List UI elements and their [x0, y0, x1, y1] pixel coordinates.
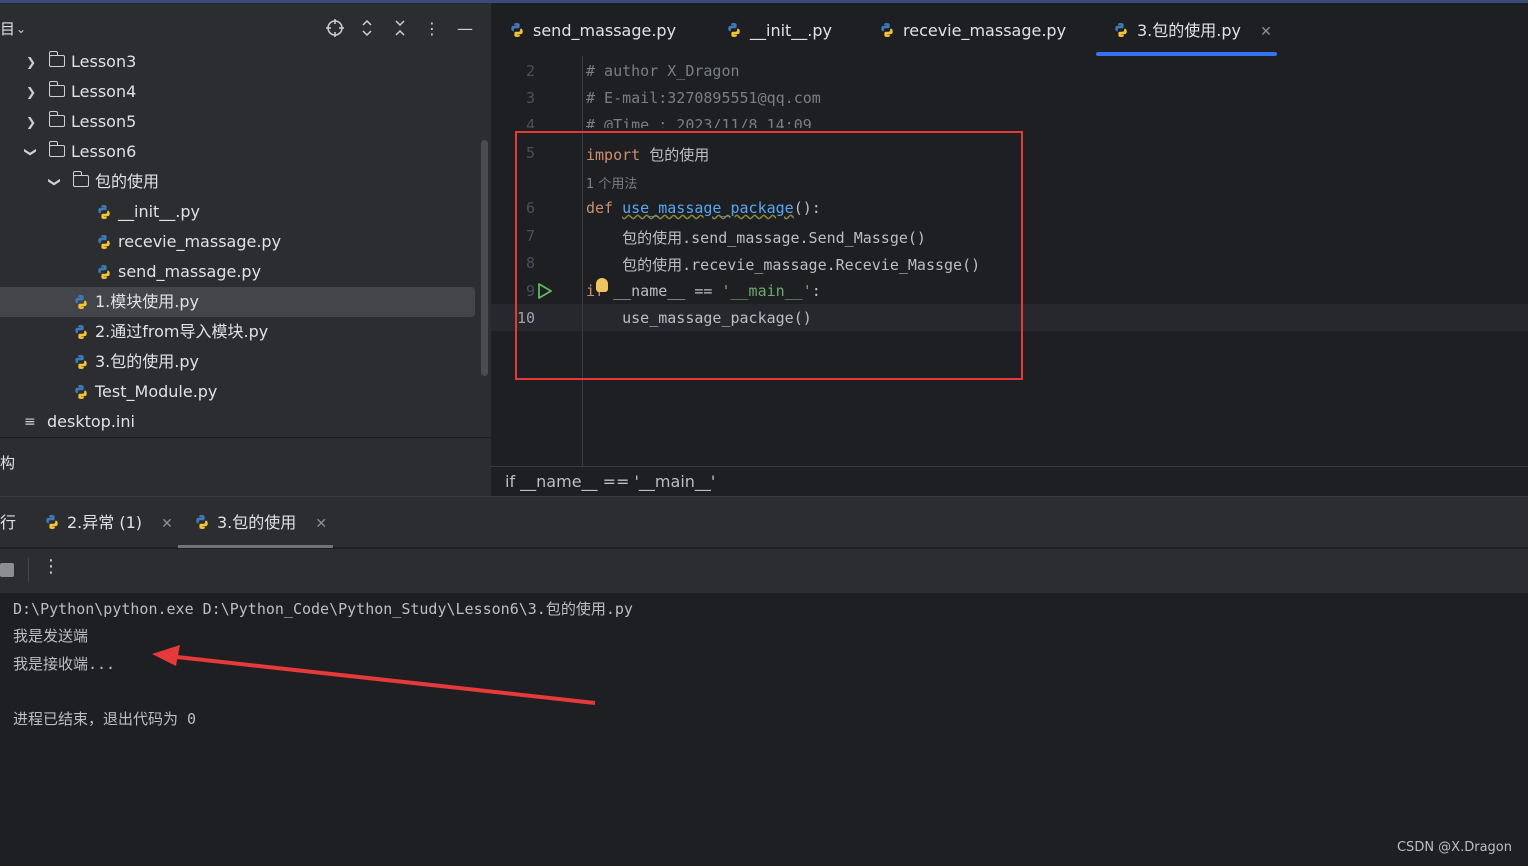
structure-panel-title[interactable]: 构: [0, 452, 15, 473]
line-number: 4: [525, 116, 535, 128]
expand-all-icon[interactable]: [356, 18, 378, 40]
folder-icon: [48, 51, 65, 67]
python-file-icon: [726, 22, 742, 38]
python-file-icon: [73, 384, 89, 400]
python-file-icon: [509, 22, 525, 38]
tab-package-usage[interactable]: 3.包的使用.py ✕: [1113, 3, 1272, 56]
breadcrumb[interactable]: if __name__ == '__main__': [491, 466, 1528, 497]
tab-init[interactable]: __init__.py: [726, 3, 832, 56]
folder-icon: [48, 141, 65, 157]
tree-item-lesson4[interactable]: ❯ Lesson4: [0, 77, 480, 107]
collapse-all-icon[interactable]: [389, 18, 411, 40]
watermark: CSDN @X.Dragon: [1396, 840, 1512, 855]
code-line-3: # E-mail:3270895551@qq.com: [586, 89, 821, 107]
line-number: 2: [525, 62, 535, 80]
more-options-icon[interactable]: ⋮: [42, 556, 60, 577]
code-line-4: # @Time : 2023/11/8 14:09: [586, 116, 812, 128]
close-tab-icon[interactable]: ✕: [161, 516, 173, 532]
close-tab-icon[interactable]: ✕: [315, 516, 327, 532]
console-line: 我是接收端...: [13, 655, 116, 673]
python-file-icon: [879, 22, 895, 38]
chevron-right-icon[interactable]: ❯: [24, 47, 38, 77]
python-file-icon: [73, 294, 89, 310]
python-file-icon: [96, 234, 112, 250]
tab-recevie-massage[interactable]: recevie_massage.py: [879, 3, 1066, 56]
console-line: D:\Python\python.exe D:\Python_Code\Pyth…: [13, 600, 633, 618]
tree-item-lesson3[interactable]: ❯ Lesson3: [0, 47, 480, 77]
toolbar-separator: [28, 558, 29, 582]
close-tab-icon[interactable]: ✕: [1260, 24, 1272, 40]
tree-item-module-usage[interactable]: 1.模块使用.py: [0, 287, 475, 317]
console-line: 我是发送端: [13, 627, 89, 645]
chevron-down-icon[interactable]: ❯: [40, 175, 70, 189]
tree-item-test-module[interactable]: Test_Module.py: [0, 377, 480, 407]
stop-icon[interactable]: [0, 563, 14, 577]
python-file-icon: [73, 354, 89, 370]
chevron-down-icon[interactable]: ❯: [16, 145, 46, 159]
tree-item-from-import[interactable]: 2.通过from导入模块.py: [0, 317, 480, 347]
python-file-icon: [1113, 22, 1129, 38]
tree-item-lesson5[interactable]: ❯ Lesson5: [0, 107, 480, 137]
text-file-icon: ≡: [24, 414, 36, 430]
tree-item-init-py[interactable]: __init__.py: [0, 197, 480, 227]
line-number: 3: [525, 89, 535, 107]
run-tab-package-usage[interactable]: 3.包的使用 ✕: [194, 497, 327, 547]
tree-item-lesson6[interactable]: ❯ Lesson6: [0, 137, 480, 167]
structure-panel: 构: [0, 437, 491, 496]
tab-send-massage[interactable]: send_massage.py: [509, 3, 676, 56]
folder-icon: [48, 111, 65, 127]
project-scrollbar[interactable]: [481, 140, 488, 376]
tree-item-desktop-ini[interactable]: ≡ desktop.ini: [0, 407, 480, 437]
run-tab-exception[interactable]: 2.异常 (1) ✕: [44, 497, 173, 547]
annotation-arrow: [152, 645, 596, 705]
code-line-2: # author X_Dragon: [586, 62, 740, 80]
console-line: 进程已结束，退出代码为 0: [13, 710, 197, 728]
crosshair-icon[interactable]: [324, 18, 346, 40]
python-file-icon: [96, 204, 112, 220]
chevron-right-icon[interactable]: ❯: [24, 77, 38, 107]
chevron-right-icon[interactable]: ❯: [24, 107, 38, 137]
more-options-icon[interactable]: ⋮: [421, 18, 443, 40]
project-panel-title[interactable]: 目: [0, 18, 15, 39]
python-file-icon: [73, 324, 89, 340]
tree-item-package[interactable]: ❯ 包的使用: [0, 167, 480, 197]
tree-item-send-massage[interactable]: send_massage.py: [0, 257, 480, 287]
package-folder-icon: [72, 171, 89, 187]
tree-item-package-usage[interactable]: 3.包的使用.py: [0, 347, 480, 377]
python-run-icon: [194, 514, 210, 530]
python-file-icon: [96, 264, 112, 280]
folder-icon: [48, 81, 65, 97]
run-panel-title[interactable]: 行: [0, 497, 16, 547]
minimize-icon[interactable]: —: [454, 18, 476, 40]
chevron-down-icon[interactable]: ⌄: [16, 22, 26, 36]
tree-item-recevie-massage[interactable]: recevie_massage.py: [0, 227, 480, 257]
annotation-box: [515, 131, 1023, 380]
python-run-icon: [44, 514, 60, 530]
run-toolbar: [0, 548, 1528, 593]
